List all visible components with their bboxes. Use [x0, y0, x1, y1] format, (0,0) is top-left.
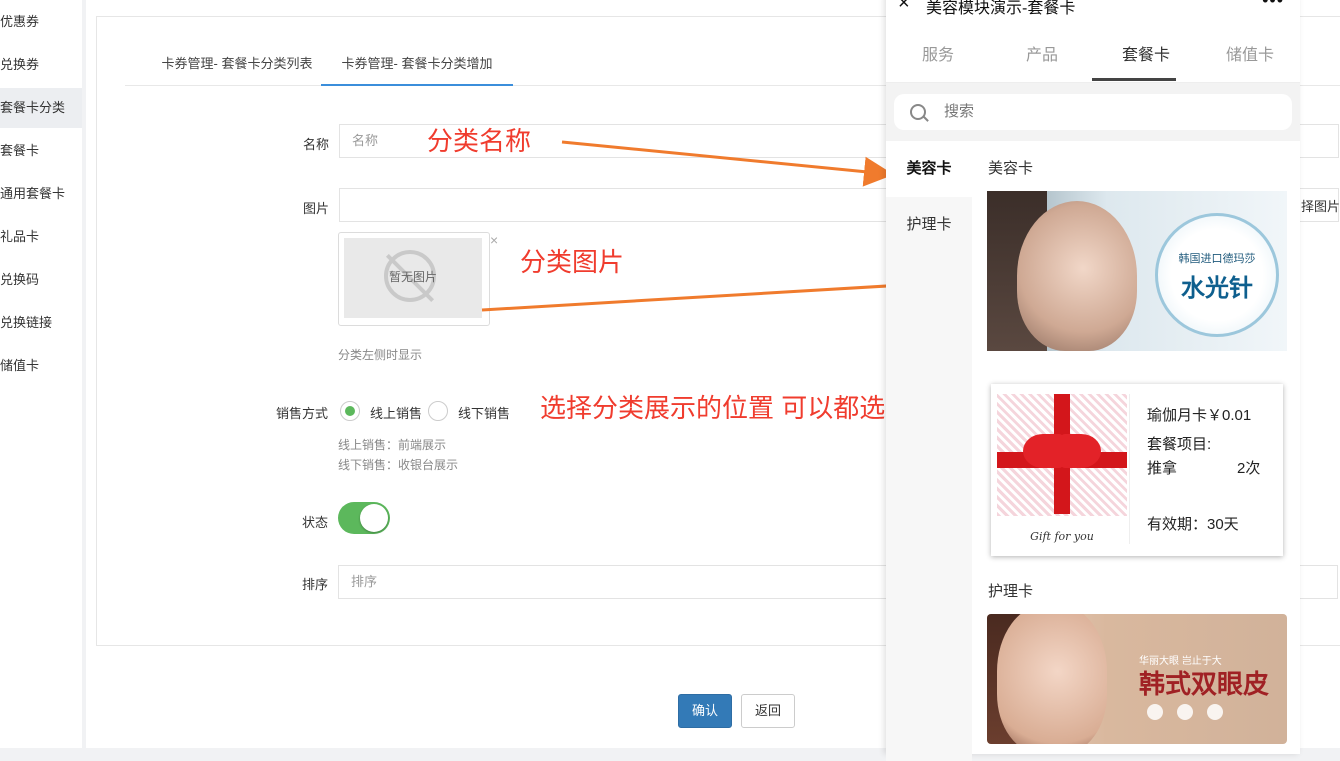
phone-title: 美容模块演示-套餐卡 — [926, 0, 1076, 17]
phone-search-input[interactable]: 搜索 — [894, 94, 1292, 130]
more-icon[interactable]: ••• — [1262, 0, 1284, 11]
arrow-to-category — [561, 140, 894, 187]
care-card-banner[interactable]: 华丽大眼 岂止于大 韩式双眼皮 — [987, 614, 1287, 744]
banner-badge-icon — [1207, 704, 1223, 720]
phone-category-care[interactable]: 护理卡 — [886, 197, 972, 253]
close-icon[interactable]: × — [898, 0, 910, 15]
banner-water-ring: 韩国进口德玛莎 水光针 — [1155, 213, 1279, 337]
banner-face — [1017, 201, 1137, 351]
banner-subtitle: 韩国进口德玛莎 — [1178, 253, 1256, 265]
section-title-beauty: 美容卡 — [988, 160, 1034, 177]
phone-tab-stored-value[interactable]: 储值卡 — [1198, 30, 1302, 82]
gift-image: Gift for you — [997, 394, 1127, 550]
card-item-name: 推拿 — [1147, 460, 1178, 477]
card-name-price: 瑜伽月卡￥0.01 — [1147, 407, 1252, 424]
beauty-card-banner[interactable]: 韩国进口德玛莎 水光针 — [987, 191, 1287, 351]
phone-tab-package[interactable]: 套餐卡 — [1094, 30, 1198, 82]
search-icon — [910, 104, 926, 120]
banner-badge-icon — [1147, 704, 1163, 720]
card-validity: 有效期：30天 — [1147, 516, 1239, 533]
card-item-count: 2次 — [1237, 460, 1261, 477]
active-tab-indicator — [1092, 78, 1176, 81]
card-divider — [1129, 394, 1130, 544]
bow-right — [1061, 434, 1101, 468]
banner-badge-icon — [1177, 704, 1193, 720]
card-items-label: 套餐项目: — [1147, 436, 1212, 453]
phone-tab-service[interactable]: 服务 — [886, 30, 990, 82]
section-title-care: 护理卡 — [988, 583, 1034, 600]
bow-left — [1023, 434, 1063, 468]
banner-title: 水光针 — [1181, 275, 1253, 302]
phone-tab-product[interactable]: 产品 — [990, 30, 1094, 82]
phone-tab-bar: 服务 产品 套餐卡 储值卡 — [886, 30, 1300, 83]
package-card[interactable]: Gift for you 瑜伽月卡￥0.01 套餐项目: 推拿 2次 有效期：3… — [991, 384, 1283, 556]
banner-title: 韩式双眼皮 — [1139, 670, 1270, 700]
banner-face — [997, 614, 1107, 744]
phone-category-sidebar: 美容卡 护理卡 — [886, 141, 972, 761]
gift-caption: Gift for you — [1030, 530, 1094, 543]
search-placeholder: 搜索 — [944, 103, 975, 120]
phone-preview: × 美容模块演示-套餐卡 ••• 服务 产品 套餐卡 储值卡 搜索 美容卡 护理… — [886, 0, 1300, 761]
phone-category-beauty[interactable]: 美容卡 — [886, 141, 972, 197]
